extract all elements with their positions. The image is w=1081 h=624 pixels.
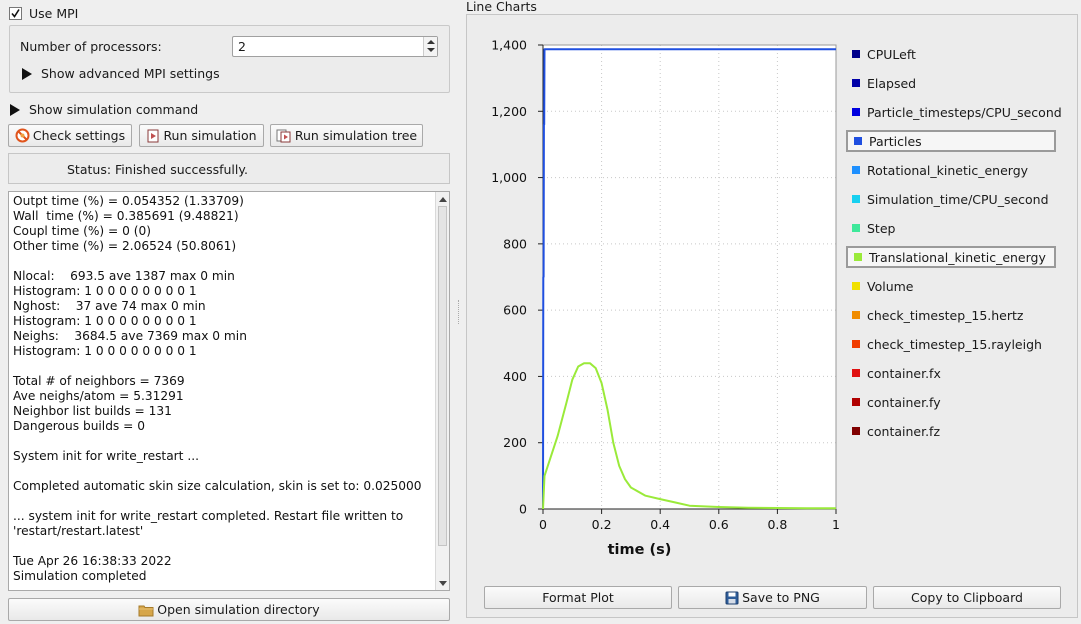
legend-item[interactable]: container.fy bbox=[846, 391, 1056, 413]
format-plot-button[interactable]: Format Plot bbox=[484, 586, 672, 609]
legend-swatch bbox=[852, 224, 860, 232]
legend-swatch bbox=[852, 427, 860, 435]
legend-label: Particle_timesteps/CPU_second bbox=[867, 104, 1062, 120]
save-png-label: Save to PNG bbox=[742, 590, 820, 605]
legend-item[interactable]: Simulation_time/CPU_second bbox=[846, 188, 1056, 210]
x-tick-label: 0 bbox=[539, 517, 547, 532]
legend-swatch bbox=[852, 50, 860, 58]
x-tick-label: 0.8 bbox=[767, 517, 787, 532]
save-png-button[interactable]: Save to PNG bbox=[678, 586, 867, 609]
x-tick-label: 0.6 bbox=[709, 517, 729, 532]
legend-item[interactable]: Volume bbox=[846, 275, 1056, 297]
y-tick-label: 400 bbox=[503, 369, 527, 384]
legend-swatch bbox=[852, 195, 860, 203]
y-tick-label: 200 bbox=[503, 435, 527, 450]
legend-label: container.fy bbox=[867, 394, 941, 410]
legend-label: container.fx bbox=[867, 365, 941, 381]
floppy-icon bbox=[725, 591, 739, 604]
legend-label: Simulation_time/CPU_second bbox=[867, 191, 1049, 207]
legend-swatch bbox=[854, 137, 862, 145]
legend-swatch bbox=[852, 79, 860, 87]
legend-item[interactable]: CPULeft bbox=[846, 43, 1056, 65]
legend-label: Elapsed bbox=[867, 75, 917, 91]
legend-label: Rotational_kinetic_energy bbox=[867, 162, 1029, 178]
legend-swatch bbox=[854, 253, 862, 261]
legend-swatch bbox=[852, 311, 860, 319]
legend-swatch bbox=[852, 166, 860, 174]
y-tick-label: 1,200 bbox=[491, 104, 527, 119]
legend-item[interactable]: Rotational_kinetic_energy bbox=[846, 159, 1056, 181]
legend-item[interactable]: Particle_timesteps/CPU_second bbox=[846, 101, 1062, 123]
legend-label: Translational_kinetic_energy bbox=[869, 249, 1046, 265]
legend-swatch bbox=[852, 398, 860, 406]
legend-label: container.fz bbox=[867, 423, 941, 439]
legend-item[interactable]: Elapsed bbox=[846, 72, 1056, 94]
legend-label: Step bbox=[867, 220, 896, 236]
y-tick-label: 600 bbox=[503, 303, 527, 318]
legend-item[interactable]: check_timestep_15.rayleigh bbox=[846, 333, 1056, 355]
y-tick-label: 0 bbox=[519, 502, 527, 517]
legend-label: Particles bbox=[869, 133, 922, 149]
x-axis-label: time (s) bbox=[608, 542, 672, 558]
legend-label: check_timestep_15.hertz bbox=[867, 307, 1024, 323]
copy-clipboard-button[interactable]: Copy to Clipboard bbox=[873, 586, 1061, 609]
legend-label: check_timestep_15.rayleigh bbox=[867, 336, 1042, 352]
x-tick-label: 1 bbox=[832, 517, 840, 532]
copy-clipboard-label: Copy to Clipboard bbox=[911, 590, 1023, 605]
legend-item[interactable]: Particles bbox=[846, 130, 1056, 152]
legend-item[interactable]: Step bbox=[846, 217, 1056, 239]
x-tick-label: 0.4 bbox=[650, 517, 670, 532]
legend-swatch bbox=[852, 340, 860, 348]
y-tick-label: 800 bbox=[503, 236, 527, 251]
legend-swatch bbox=[852, 282, 860, 290]
legend-item[interactable]: container.fz bbox=[846, 420, 1056, 442]
plot-area bbox=[543, 45, 836, 509]
legend-item[interactable]: Translational_kinetic_energy bbox=[846, 246, 1056, 268]
format-plot-label: Format Plot bbox=[542, 590, 614, 605]
legend-swatch bbox=[852, 369, 860, 377]
y-tick-label: 1,400 bbox=[491, 38, 527, 53]
y-tick-label: 1,000 bbox=[491, 170, 527, 185]
x-tick-label: 0.2 bbox=[592, 517, 612, 532]
legend-item[interactable]: container.fx bbox=[846, 362, 1056, 384]
legend-label: CPULeft bbox=[867, 46, 916, 62]
legend-label: Volume bbox=[867, 278, 914, 294]
legend-item[interactable]: check_timestep_15.hertz bbox=[846, 304, 1056, 326]
legend-swatch bbox=[852, 108, 860, 116]
